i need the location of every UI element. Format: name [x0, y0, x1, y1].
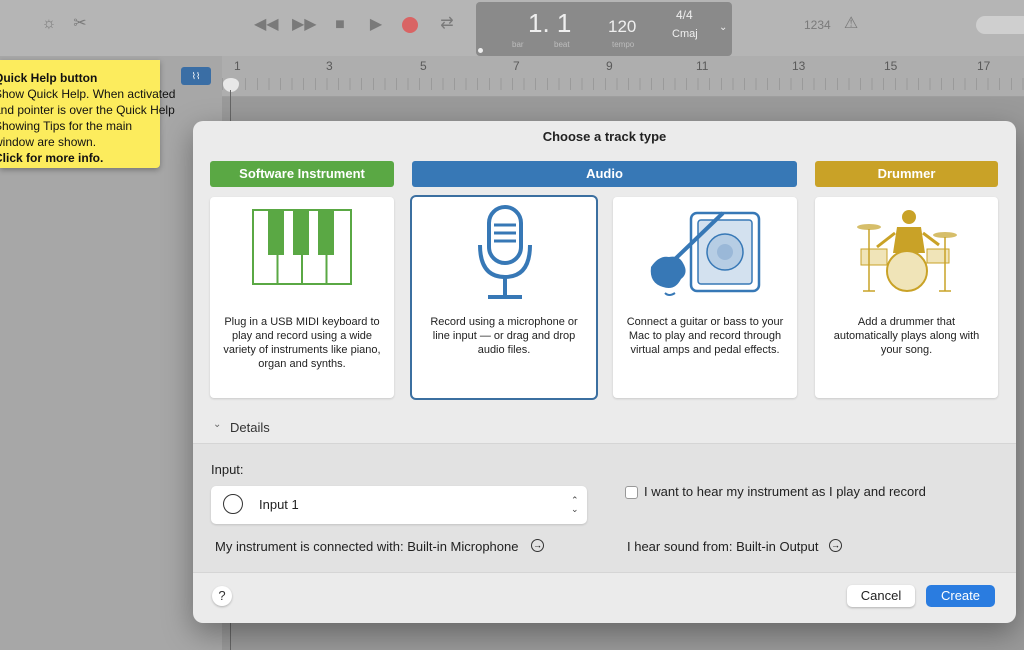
help-button[interactable]: ? [212, 586, 232, 606]
card-description: Plug in a USB MIDI keyboard to play and … [223, 316, 381, 370]
lcd-display[interactable]: 1. 1 bar beat 120 tempo 4/4 Cmaj ⌄ [476, 2, 732, 56]
card-description: Record using a microphone or line input … [430, 316, 578, 356]
ruler-tick: 1 [234, 59, 241, 73]
record-icon[interactable] [402, 17, 418, 33]
ruler-tick: 15 [884, 59, 898, 73]
guitar-card[interactable]: Connect a guitar or bass to your Mac to … [613, 197, 797, 398]
create-button[interactable]: Create [926, 585, 995, 607]
ruler-tick: 17 [977, 59, 991, 73]
input-channel-icon [223, 494, 243, 514]
count-in-button[interactable]: 1234 [804, 18, 831, 32]
ruler-subdivisions [222, 78, 1024, 90]
arrow-right-circle-icon[interactable]: → [829, 539, 842, 552]
stop-icon[interactable]: ■ [328, 15, 352, 35]
tuning-fork-icon[interactable]: ⚠ [839, 14, 863, 34]
arrow-right-circle-icon[interactable]: → [531, 539, 544, 552]
cycle-icon[interactable]: ⇄ [435, 14, 459, 34]
card-description: Connect a guitar or bass to your Mac to … [626, 316, 784, 356]
chevron-updown-icon: ⌃ ⌄ [571, 495, 579, 514]
chevron-down-icon[interactable]: ⌄ [719, 22, 727, 33]
time-signature: 4/4 [676, 8, 693, 22]
input-label: Input: [211, 462, 244, 477]
tempo-readout: 120 [608, 17, 637, 36]
input-select-value: Input 1 [259, 497, 299, 512]
drummer-card[interactable]: Add a drummer that automatically plays a… [815, 197, 998, 398]
quick-help-tooltip: Quick Help button Show Quick Help. When … [0, 60, 175, 168]
chevron-down-icon[interactable]: ⌄ [213, 419, 221, 430]
instrument-connection-label: My instrument is connected with: Built-i… [215, 539, 519, 554]
guitar-amp-icon [650, 211, 761, 296]
audio-header[interactable]: Audio [412, 161, 797, 187]
ruler-tick: 11 [696, 59, 709, 73]
drummer-header[interactable]: Drummer [815, 161, 998, 187]
ruler-tick: 5 [420, 59, 427, 73]
hear-instrument-checkbox[interactable] [625, 486, 638, 499]
hear-instrument-label: I want to hear my instrument as I play a… [644, 484, 926, 499]
ruler-tick: 7 [513, 59, 520, 73]
output-label: I hear sound from: Built-in Output [627, 539, 819, 554]
tooltip-text: and pointer is over the Quick Help [0, 103, 175, 117]
fast-forward-icon[interactable]: ▶▶ [292, 15, 317, 35]
position-readout: 1. 1 [528, 8, 572, 38]
new-track-dialog: Choose a track type Software Instrument … [193, 121, 1016, 623]
details-toggle[interactable]: Details [230, 420, 270, 435]
microphone-icon [478, 205, 532, 299]
rewind-icon[interactable]: ◀◀ [254, 15, 279, 35]
software-instrument-card[interactable]: Plug in a USB MIDI keyboard to play and … [210, 197, 394, 398]
piano-keyboard-icon [252, 209, 352, 285]
metronome-icon[interactable]: ☼ [37, 14, 61, 34]
cancel-button[interactable]: Cancel [847, 585, 915, 607]
card-description: Add a drummer that automatically plays a… [833, 316, 980, 356]
ruler-tick: 9 [606, 59, 613, 73]
input-select[interactable]: Input 1 ⌃ ⌄ [211, 486, 587, 524]
lcd-indicator [478, 48, 483, 53]
drummer-icon [857, 210, 957, 292]
key-signature: Cmaj [672, 28, 698, 40]
ruler-tick: 13 [792, 59, 806, 73]
ruler-tick: 3 [326, 59, 333, 73]
tooltip-text: Show Quick Help. When activated [0, 87, 176, 101]
tooltip-more-info-link[interactable]: Click for more info. [0, 150, 103, 166]
details-section: Input: Input 1 ⌃ ⌄ I want to hear my inst… [193, 443, 1016, 573]
smart-tempo-icon[interactable]: ⌇⌇ [181, 67, 211, 85]
play-icon[interactable]: ▶ [364, 15, 388, 35]
control-bar: ☼ ✂ ◀◀ ▶▶ ■ ▶ ⇄ 1. 1 bar beat 120 tempo … [0, 0, 1024, 56]
software-instrument-header[interactable]: Software Instrument [210, 161, 394, 187]
beat-label: beat [554, 40, 570, 49]
dialog-title: Choose a track type [542, 129, 667, 144]
microphone-card[interactable]: Record using a microphone or line input … [412, 197, 596, 398]
master-volume-slider[interactable] [976, 16, 1024, 34]
bar-label: bar [512, 40, 524, 49]
tooltip-title: Quick Help button [0, 71, 98, 85]
tooltip-text: Showing Tips for the main [0, 119, 133, 133]
tooltip-text: window are shown. [0, 135, 97, 149]
timeline-ruler[interactable]: 1 3 5 7 9 11 13 15 17 [222, 56, 1024, 97]
tempo-label: tempo [612, 40, 635, 49]
scissors-icon[interactable]: ✂ [68, 14, 92, 34]
